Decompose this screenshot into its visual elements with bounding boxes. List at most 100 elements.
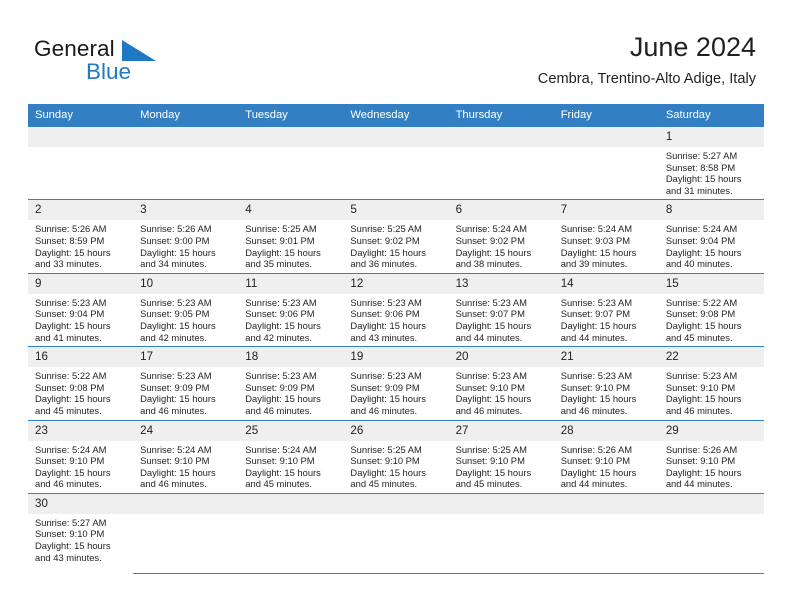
calendar-day-cell[interactable]: 4 Sunrise: 5:25 AM Sunset: 9:01 PM Daylight… [238, 199, 344, 274]
daylight-text: Daylight: 15 hours and 45 minutes. [35, 393, 111, 416]
calendar-day-cell[interactable]: 28 Sunrise: 5:26 AM Sunset: 9:10 PM Dayligh… [553, 420, 659, 494]
sunset-text: Sunset: 9:10 PM [245, 455, 315, 467]
calendar-day-cell[interactable]: 2 Sunrise: 5:26 AM Sunset: 8:59 PM Daylight… [28, 199, 134, 274]
sunset-text: Sunset: 9:05 PM [140, 308, 210, 320]
calendar-day-cell[interactable]: 9 Sunrise: 5:23 AM Sunset: 9:04 PM Daylight… [28, 273, 134, 348]
daylight-text: Daylight: 15 hours and 44 minutes. [560, 319, 637, 343]
weekday-header-wednesday: Wednesday [343, 104, 449, 127]
calendar-day-cell[interactable]: 18 Sunrise: 5:23 AM Sunset: 9:09 PM Dayligh… [238, 346, 344, 421]
daylight-text: Daylight: 15 hours and 46 minutes. [560, 393, 637, 416]
daylight-text: Daylight: 15 hours and 44 minutes. [560, 466, 637, 490]
calendar-day-cell[interactable]: 1 Sunrise: 5:27 AM Sunset: 8:58 PM Daylight… [658, 127, 764, 201]
sunset-text: Sunset: 9:08 PM [35, 381, 105, 393]
day-details: Sunrise: 5:23 AM Sunset: 9:06 PM Daylight:… [343, 294, 448, 346]
calendar-day-cell[interactable]: 30 Sunrise: 5:27 AM Sunset: 9:10 PM Dayligh… [28, 493, 134, 573]
calendar-day-cell[interactable]: 10 Sunrise: 5:23 AM Sunset: 9:05 PM Dayligh… [133, 273, 239, 348]
sunrise-text: Sunrise: 5:23 AM [665, 370, 738, 382]
day-details: Sunrise: 5:23 AM Sunset: 9:09 PM Daylight:… [343, 367, 448, 419]
calendar-day-cell[interactable]: 22 Sunrise: 5:23 AM Sunset: 9:10 PM Dayligh… [658, 346, 764, 421]
sunset-text: Sunset: 9:10 PM [560, 381, 631, 393]
sunrise-text: Sunrise: 5:22 AM [35, 370, 107, 382]
sunset-text: Sunset: 8:59 PM [35, 234, 105, 246]
sunrise-text: Sunrise: 5:24 AM [560, 223, 633, 235]
calendar-empty-cell [343, 127, 449, 201]
calendar-day-cell[interactable]: 23 Sunrise: 5:24 AM Sunset: 9:10 PM Dayligh… [28, 420, 134, 494]
daylight-text: Daylight: 15 hours and 44 minutes. [455, 319, 532, 343]
daylight-text: Daylight: 15 hours and 34 minutes. [140, 246, 216, 270]
day-number: 10 [133, 273, 239, 294]
calendar-day-cell[interactable]: 7 Sunrise: 5:24 AM Sunset: 9:03 PM Daylight… [553, 199, 659, 274]
sunset-text: Sunset: 9:02 PM [350, 234, 420, 246]
day-details: Sunrise: 5:23 AM Sunset: 9:06 PM Daylight:… [238, 294, 343, 346]
daylight-text: Daylight: 15 hours and 45 minutes. [245, 466, 321, 490]
day-number: 29 [658, 420, 764, 441]
calendar-day-cell[interactable]: 12 Sunrise: 5:23 AM Sunset: 9:06 PM Dayligh… [343, 273, 449, 348]
day-details: Sunrise: 5:24 AM Sunset: 9:10 PM Daylight:… [28, 441, 133, 493]
day-details: Sunrise: 5:27 AM Sunset: 9:10 PM Daylight:… [28, 514, 133, 566]
calendar-day-cell[interactable]: 21 Sunrise: 5:23 AM Sunset: 9:10 PM Dayligh… [553, 346, 659, 421]
daylight-text: Daylight: 15 hours and 45 minutes. [665, 319, 742, 343]
day-number [238, 493, 344, 514]
day-number: 6 [448, 200, 554, 221]
calendar-day-cell[interactable]: 13 Sunrise: 5:23 AM Sunset: 9:07 PM Dayligh… [448, 273, 554, 348]
sunrise-text: Sunrise: 5:23 AM [455, 370, 527, 382]
day-details: Sunrise: 5:26 AM Sunset: 9:10 PM Daylight:… [659, 441, 764, 493]
weekday-header-tuesday: Tuesday [238, 104, 344, 127]
day-number [133, 493, 239, 514]
sunrise-text: Sunrise: 5:26 AM [140, 223, 212, 235]
sunset-text: Sunset: 9:10 PM [665, 381, 736, 393]
calendar-day-cell[interactable]: 5 Sunrise: 5:25 AM Sunset: 9:02 PM Daylight… [343, 199, 449, 274]
day-details: Sunrise: 5:22 AM Sunset: 9:08 PM Daylight:… [659, 294, 764, 346]
brand-logo[interactable]: General Blue [34, 36, 234, 92]
calendar-day-cell[interactable]: 29 Sunrise: 5:26 AM Sunset: 9:10 PM Dayligh… [658, 420, 764, 494]
calendar-empty-cell [343, 493, 449, 574]
sunset-text: Sunset: 9:09 PM [140, 381, 210, 393]
sunset-text: Sunset: 9:06 PM [350, 308, 420, 320]
calendar-day-cell[interactable]: 14 Sunrise: 5:23 AM Sunset: 9:07 PM Dayligh… [553, 273, 659, 348]
calendar-day-cell[interactable]: 15 Sunrise: 5:22 AM Sunset: 9:08 PM Dayligh… [658, 273, 764, 348]
sunrise-text: Sunrise: 5:26 AM [35, 223, 107, 235]
calendar-day-cell[interactable]: 11 Sunrise: 5:23 AM Sunset: 9:06 PM Dayligh… [238, 273, 344, 348]
day-details: Sunrise: 5:24 AM Sunset: 9:02 PM Daylight:… [449, 220, 554, 272]
sunset-text: Sunset: 9:07 PM [560, 308, 631, 320]
calendar-week-row: 30 Sunrise: 5:27 AM Sunset: 9:10 PM Dayligh… [28, 493, 764, 574]
calendar-day-cell[interactable]: 24 Sunrise: 5:24 AM Sunset: 9:10 PM Dayligh… [133, 420, 239, 494]
calendar-day-cell[interactable]: 19 Sunrise: 5:23 AM Sunset: 9:09 PM Dayligh… [343, 346, 449, 421]
weekday-header-sunday: Sunday [28, 104, 134, 127]
calendar-empty-cell [448, 493, 554, 574]
weekday-header-thursday: Thursday [448, 104, 554, 127]
sunrise-text: Sunrise: 5:25 AM [350, 443, 422, 455]
sunrise-text: Sunrise: 5:23 AM [140, 296, 212, 308]
calendar-day-cell[interactable]: 17 Sunrise: 5:23 AM Sunset: 9:09 PM Dayligh… [133, 346, 239, 421]
sunset-text: Sunset: 9:03 PM [560, 234, 631, 246]
calendar-empty-cell [133, 127, 239, 201]
daylight-text: Daylight: 15 hours and 39 minutes. [560, 246, 637, 270]
sunrise-text: Sunrise: 5:25 AM [350, 223, 422, 235]
calendar-day-cell[interactable]: 25 Sunrise: 5:24 AM Sunset: 9:10 PM Dayligh… [238, 420, 344, 494]
day-details: Sunrise: 5:24 AM Sunset: 9:04 PM Daylight:… [659, 220, 764, 272]
calendar-day-cell[interactable]: 16 Sunrise: 5:22 AM Sunset: 9:08 PM Dayligh… [28, 346, 134, 421]
calendar-day-cell[interactable]: 27 Sunrise: 5:25 AM Sunset: 9:10 PM Dayligh… [448, 420, 554, 494]
calendar-day-cell[interactable]: 3 Sunrise: 5:26 AM Sunset: 9:00 PM Daylight… [133, 199, 239, 274]
day-details: Sunrise: 5:23 AM Sunset: 9:05 PM Daylight:… [133, 294, 238, 346]
day-number: 5 [343, 200, 449, 221]
day-details: Sunrise: 5:26 AM Sunset: 8:59 PM Daylight:… [28, 220, 133, 272]
day-number: 28 [553, 420, 659, 441]
sunset-text: Sunset: 9:01 PM [245, 234, 315, 246]
calendar-day-cell[interactable]: 8 Sunrise: 5:24 AM Sunset: 9:04 PM Daylight… [658, 199, 764, 274]
sunset-text: Sunset: 9:04 PM [35, 308, 105, 320]
calendar-day-cell[interactable]: 20 Sunrise: 5:23 AM Sunset: 9:10 PM Dayligh… [448, 346, 554, 421]
sunrise-text: Sunrise: 5:25 AM [455, 443, 527, 455]
calendar-day-cell[interactable]: 26 Sunrise: 5:25 AM Sunset: 9:10 PM Dayligh… [343, 420, 449, 494]
weekday-header-friday: Friday [553, 104, 659, 127]
day-number [553, 493, 659, 514]
day-number: 13 [448, 273, 554, 294]
day-details: Sunrise: 5:23 AM Sunset: 9:09 PM Daylight:… [133, 367, 238, 419]
calendar-body: 1 Sunrise: 5:27 AM Sunset: 8:58 PM Daylight… [28, 127, 764, 574]
day-number: 3 [133, 200, 239, 221]
page-header: General Blue June 2024 Cembra, Trentino-… [0, 0, 792, 100]
sunset-text: Sunset: 8:58 PM [665, 161, 736, 173]
day-details: Sunrise: 5:26 AM Sunset: 9:10 PM Daylight:… [554, 441, 659, 493]
sunrise-text: Sunrise: 5:23 AM [35, 296, 107, 308]
calendar-day-cell[interactable]: 6 Sunrise: 5:24 AM Sunset: 9:02 PM Daylight… [448, 199, 554, 274]
